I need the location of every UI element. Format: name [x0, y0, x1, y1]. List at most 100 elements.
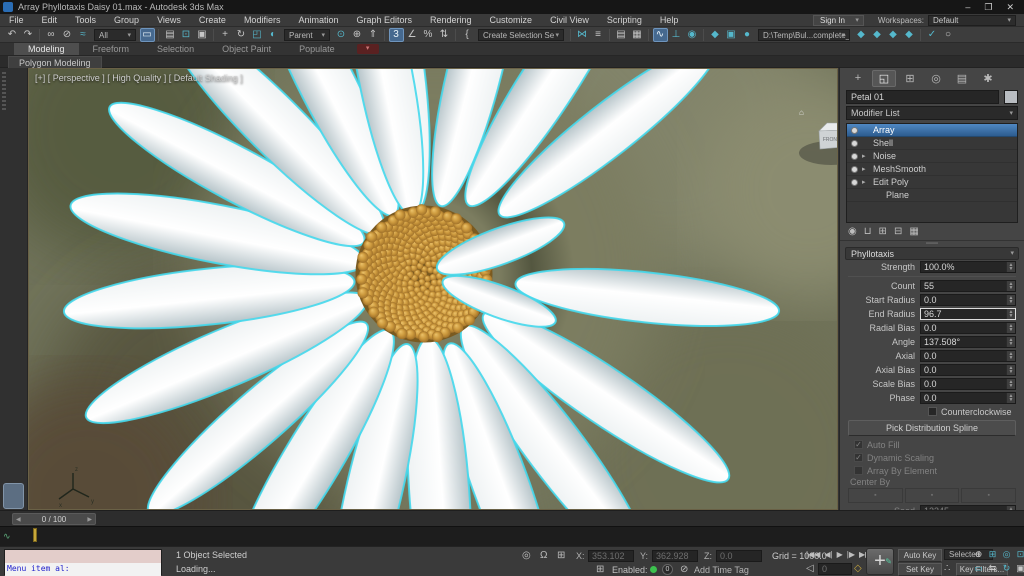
visibility-bulb-icon[interactable] [851, 127, 858, 134]
render-iterative-icon[interactable]: ◆ [854, 28, 869, 42]
render-production-icon[interactable]: ● [740, 28, 755, 42]
isolate-selection-icon[interactable]: ◎ [522, 550, 531, 561]
add-key-button[interactable]: + ✎ [866, 548, 894, 575]
param-field[interactable]: 0.0▲▼ [920, 364, 1016, 376]
ribbon-tab-populate[interactable]: Populate [285, 43, 349, 55]
stack-item-array[interactable]: Array [847, 124, 1017, 137]
go-to-start-button[interactable]: |◀◀ [806, 550, 820, 559]
expand-arrow-icon[interactable]: ▸ [862, 165, 869, 173]
selection-filter-dropdown[interactable]: All [94, 29, 136, 41]
window-crossing-icon[interactable]: ▣ [195, 28, 210, 42]
curve-editor-icon[interactable]: ∿ [653, 28, 668, 42]
menu-file[interactable]: File [0, 14, 33, 27]
track-bar[interactable]: 5101520253035404550556065707580859095100 [0, 526, 1024, 546]
y-coordinate-field[interactable]: 362.928 [652, 550, 698, 562]
param-spinner[interactable]: ▲▼ [1006, 281, 1015, 291]
counterclockwise-checkbox[interactable] [928, 407, 937, 416]
redo-icon[interactable]: ↷ [21, 28, 36, 42]
audio-toggle-icon[interactable]: ◁ [806, 563, 814, 574]
snaps-toggle-3d-icon[interactable]: 3 [389, 28, 404, 42]
visibility-bulb-icon[interactable] [851, 140, 858, 147]
render-preset-dropdown[interactable]: D:\Temp\Bul...complete_exe [758, 29, 850, 41]
checkbox[interactable]: ✓ [854, 453, 863, 462]
maximize-viewport-icon[interactable]: ▣ [1014, 562, 1024, 575]
param-spinner[interactable]: ▲▼ [1006, 379, 1015, 389]
tab-create[interactable]: + [846, 70, 870, 87]
unlink-selection-icon[interactable]: ⊘ [60, 28, 75, 42]
listener-pane[interactable]: Menu item al: [5, 563, 161, 576]
time-tag-mode-icon[interactable]: ⊞ [596, 564, 604, 575]
param-field[interactable]: 0.0▲▼ [920, 392, 1016, 404]
select-and-move-icon[interactable]: + [218, 28, 233, 42]
keyboard-shortcut-override-icon[interactable]: ⇑ [366, 28, 381, 42]
viewport-layout-tab[interactable] [3, 483, 24, 509]
select-and-scale-icon[interactable]: ◰ [250, 28, 265, 42]
zoom-region-icon[interactable]: ▭ [972, 562, 985, 575]
edit-named-selection-sets-icon[interactable]: { [460, 28, 475, 42]
param-field[interactable]: 0.0▲▼ [920, 350, 1016, 362]
menu-tools[interactable]: Tools [66, 14, 105, 27]
perspective-viewport[interactable]: FRONT⌂xyz [+] [ Perspective ] [ High Qua… [28, 68, 838, 510]
play-button[interactable]: ▶ [837, 550, 843, 559]
menu-group[interactable]: Group [105, 14, 148, 27]
expand-arrow-icon[interactable]: ▸ [862, 152, 869, 160]
ribbon-tab-selection[interactable]: Selection [143, 43, 208, 55]
close-button[interactable]: ✕ [1006, 2, 1014, 13]
spinner-snap-icon[interactable]: ⇅ [437, 28, 452, 42]
a360-status-icon[interactable]: ✓ [925, 28, 940, 42]
param-field[interactable]: 137.508°▲▼ [920, 336, 1016, 348]
enabled-indicator[interactable] [650, 566, 657, 573]
tab-utilities[interactable]: ✱ [976, 70, 1000, 87]
param-spinner[interactable]: ▲▼ [1006, 295, 1015, 305]
ribbon-tab-freeform[interactable]: Freeform [79, 43, 144, 55]
auto-key-button[interactable]: Auto Key [898, 549, 942, 562]
mini-curve-editor-icon[interactable]: ∿ [3, 531, 11, 542]
x-coordinate-field[interactable]: 353.102 [588, 550, 634, 562]
menu-animation[interactable]: Animation [289, 14, 347, 27]
sign-in-button[interactable]: Sign In [813, 15, 864, 26]
visibility-bulb-icon[interactable] [851, 153, 858, 160]
param-spinner[interactable]: ▲▼ [1006, 337, 1015, 347]
render-online-icon[interactable]: ◆ [870, 28, 885, 42]
visibility-bulb-icon[interactable] [851, 166, 858, 173]
param-field[interactable]: 0.0▲▼ [920, 378, 1016, 390]
viewport-canvas[interactable]: FRONT⌂xyz [29, 69, 838, 510]
zero-badge[interactable]: 0 [662, 564, 673, 575]
phyllotaxis-rollout-header[interactable]: Phyllotaxis [845, 247, 1019, 260]
menu-customize[interactable]: Customize [481, 14, 542, 27]
stack-item-plane[interactable]: Plane [847, 189, 1017, 202]
stack-item-meshsmooth[interactable]: ▸MeshSmooth [847, 163, 1017, 176]
select-and-rotate-icon[interactable]: ↻ [234, 28, 249, 42]
named-selection-sets-dropdown[interactable]: Create Selection Se [478, 29, 564, 41]
select-by-name-icon[interactable]: ▤ [163, 28, 178, 42]
stack-item-noise[interactable]: ▸Noise [847, 150, 1017, 163]
current-frame-marker[interactable] [33, 528, 37, 542]
rendered-frame-window-icon[interactable]: ▣ [724, 28, 739, 42]
percent-snap-icon[interactable]: % [421, 28, 436, 42]
expand-arrow-icon[interactable]: ▸ [862, 178, 869, 186]
ribbon-tab-modeling[interactable]: Modeling [14, 43, 79, 55]
render-cloud-icon[interactable]: ◆ [902, 28, 917, 42]
ribbon-tab-object-paint[interactable]: Object Paint [208, 43, 285, 55]
time-slider-handle[interactable]: ◀ 0 / 100 ▶ [12, 513, 96, 525]
param-spinner[interactable]: ▲▼ [1006, 309, 1015, 319]
key-filters-paw-icon[interactable]: ∴ [944, 563, 950, 574]
param-spinner[interactable]: ▲▼ [1006, 393, 1015, 403]
tab-hierarchy[interactable]: ⊞ [898, 70, 922, 87]
param-spinner[interactable]: ▲▼ [1006, 323, 1015, 333]
scene-explorer-icon[interactable]: ▦ [630, 28, 645, 42]
set-key-button[interactable]: Set Key [898, 563, 942, 576]
object-name-field[interactable]: Petal 01 [846, 90, 999, 104]
param-field[interactable]: 0.0▲▼ [920, 294, 1016, 306]
stack-item-edit-poly[interactable]: ▸Edit Poly [847, 176, 1017, 189]
select-and-manipulate-icon[interactable]: ⊕ [350, 28, 365, 42]
checkbox[interactable] [854, 466, 863, 475]
param-field[interactable]: 55▲▼ [920, 280, 1016, 292]
menu-create[interactable]: Create [190, 14, 235, 27]
maximize-button[interactable]: ❐ [984, 2, 992, 13]
mirror-icon[interactable]: ⋈ [575, 28, 590, 42]
zoom-icon[interactable]: ⊕ [972, 548, 985, 561]
orbit-icon[interactable]: ↻ [1000, 562, 1013, 575]
center-by-button-2[interactable]: ▪ [905, 488, 960, 503]
angle-snap-icon[interactable]: ∠ [405, 28, 420, 42]
